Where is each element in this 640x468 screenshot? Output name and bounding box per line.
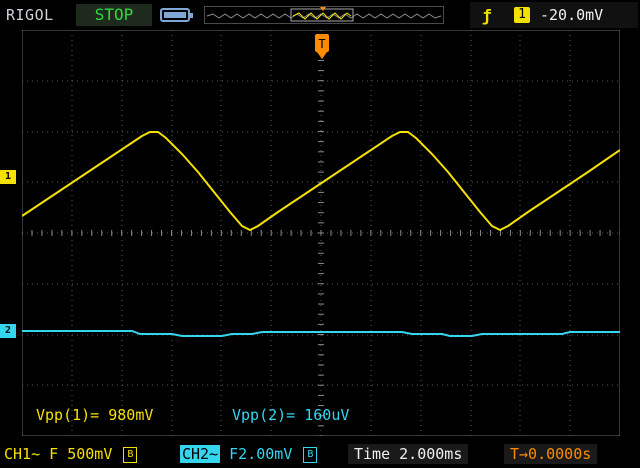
top-status-bar: RIGOL STOP ƒ 1 -20.0mV [0,0,640,30]
ch2-tag: CH2~ [180,445,221,463]
vpp-ch1-measurement: Vpp(1)= 980mV [36,406,154,424]
brand-label: RIGOL [6,6,54,24]
trigger-offset-setting[interactable]: T→0.0000s [504,444,598,464]
ch1-settings[interactable]: CH1~ F 500mV B [4,444,138,464]
rising-edge-icon: ƒ [482,6,492,25]
run-state-badge[interactable]: STOP [76,4,152,26]
graticule [22,30,620,436]
memory-position-bar [204,6,444,24]
vpp-ch2-measurement: Vpp(2)= 160uV [232,406,350,424]
ch1-bandwidth-limit-icon: B [123,446,138,463]
trigger-level-value: -20.0mV [540,6,604,24]
trigger-source-badge: 1 [514,7,530,23]
trigger-position-marker[interactable]: T [313,34,331,60]
trigger-position-label: T [318,37,325,51]
memory-waveform-preview [206,7,442,22]
bottom-status-bar: CH1~ F 500mV B CH2~ F2.00mV B Time 2.000… [0,440,640,468]
battery-icon [160,8,193,22]
ch1-offset-marker[interactable]: 1 [0,170,16,184]
ch2-scale: F2.00mV [229,445,293,463]
ch2-offset-marker[interactable]: 2 [0,324,16,338]
ch2-bandwidth-limit-icon: B [303,446,318,463]
ch2-settings[interactable]: CH2~ F2.00mV B [180,444,318,464]
timebase-setting[interactable]: Time 2.000ms [348,444,469,464]
trigger-info-panel[interactable]: ƒ 1 -20.0mV [470,2,638,28]
ch1-settings-label: CH1~ F 500mV [4,445,113,463]
waveform-display[interactable] [22,30,620,436]
